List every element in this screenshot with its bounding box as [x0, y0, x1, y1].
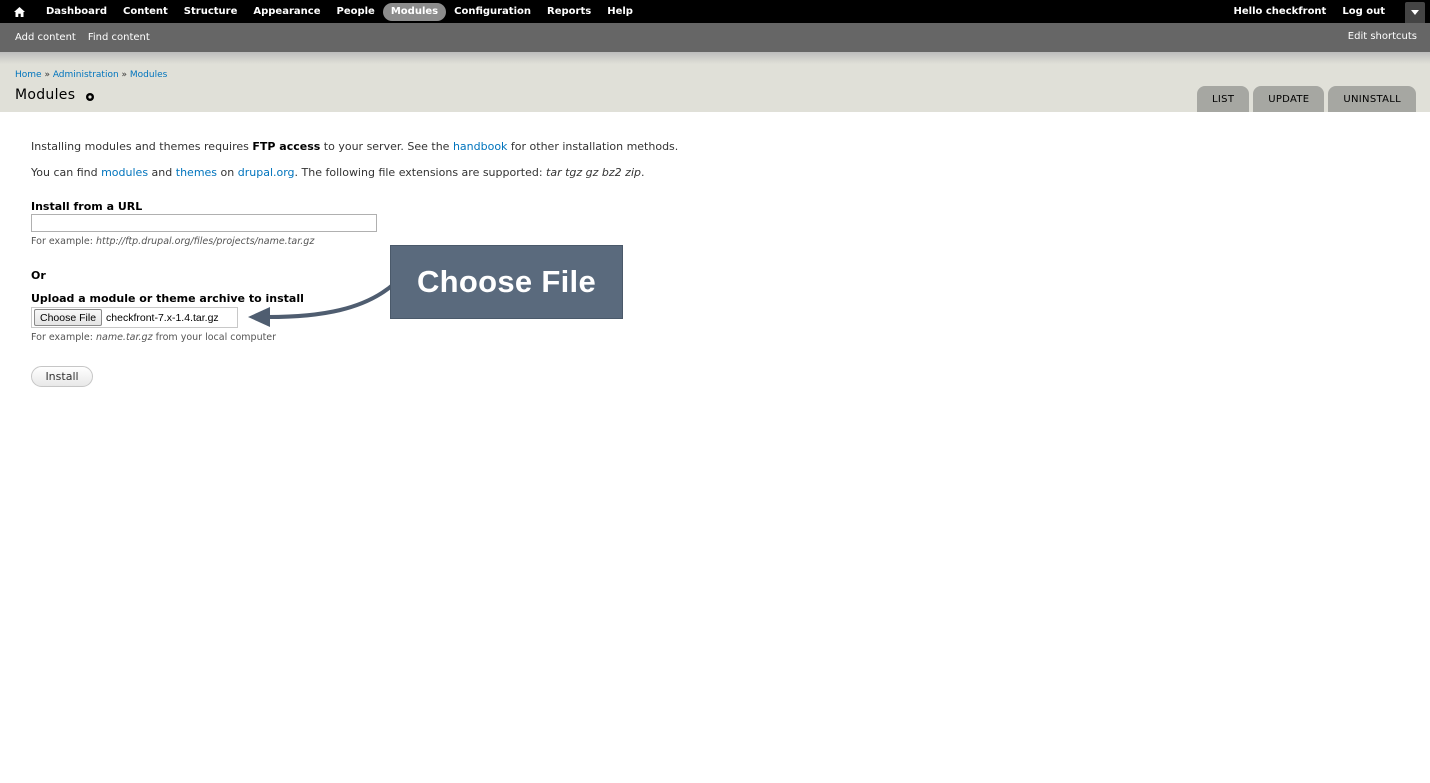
selected-file-name: checkfront-7.x-1.4.tar.gz [106, 311, 219, 324]
breadcrumb-administration[interactable]: Administration [53, 70, 119, 80]
example-url: http://ftp.drupal.org/files/projects/nam… [95, 236, 315, 247]
breadcrumb: Home » Administration » Modules [15, 70, 167, 80]
menu-dashboard[interactable]: Dashboard [38, 3, 115, 21]
breadcrumb-modules[interactable]: Modules [130, 70, 167, 80]
logout-link[interactable]: Log out [1342, 6, 1385, 17]
drupal-org-link[interactable]: drupal.org [238, 166, 295, 179]
choose-file-callout: Choose File [390, 245, 623, 319]
text: on [217, 166, 238, 179]
home-icon [13, 6, 25, 17]
admin-toolbar: Dashboard Content Structure Appearance P… [0, 0, 1430, 23]
shortcut-add-content[interactable]: Add content [15, 32, 76, 43]
install-button[interactable]: Install [31, 366, 93, 387]
menu-appearance[interactable]: Appearance [245, 3, 328, 21]
breadcrumb-separator: » [41, 70, 53, 80]
tab-update[interactable]: UPDATE [1253, 86, 1325, 112]
text: and [148, 166, 176, 179]
ftp-notice: Installing modules and themes requires F… [31, 140, 678, 153]
chevron-down-icon [1411, 10, 1419, 15]
menu-configuration[interactable]: Configuration [446, 3, 539, 21]
modules-link[interactable]: modules [101, 166, 148, 179]
text: . The following file extensions are supp… [294, 166, 547, 179]
home-link[interactable] [0, 0, 38, 23]
find-modules-notice: You can find modules and themes on drupa… [31, 166, 645, 179]
install-url-input[interactable] [31, 214, 377, 232]
menu-modules[interactable]: Modules [382, 2, 447, 21]
breadcrumb-separator: » [118, 70, 130, 80]
hello-prefix: Hello [1233, 6, 1266, 17]
text: For example: [31, 236, 96, 247]
text: for other installation methods. [507, 140, 679, 153]
handbook-link[interactable]: handbook [453, 140, 507, 153]
menu-people[interactable]: People [328, 3, 382, 21]
breadcrumb-home[interactable]: Home [15, 70, 42, 80]
install-url-description: For example: http://ftp.drupal.org/files… [31, 236, 314, 247]
themes-link[interactable]: themes [176, 166, 217, 179]
text: For example: [31, 332, 96, 343]
text: You can find [31, 166, 102, 179]
ftp-access-text: FTP access [252, 140, 321, 153]
text: . [641, 166, 645, 179]
menu-structure[interactable]: Structure [176, 3, 246, 21]
shortcut-find-content[interactable]: Find content [88, 32, 150, 43]
menu-content[interactable]: Content [115, 3, 176, 21]
extensions-text: tar tgz gz bz2 zip [546, 166, 641, 179]
hello-user[interactable]: Hello checkfront [1234, 6, 1327, 17]
username: checkfront [1265, 6, 1327, 17]
page-title: Modules [15, 87, 76, 103]
text: to your server. See the [320, 140, 453, 153]
toolbar-menu: Dashboard Content Structure Appearance P… [38, 0, 641, 23]
menu-help[interactable]: Help [599, 3, 641, 21]
secondary-tabs: LIST UPDATE UNINSTALL [1197, 86, 1416, 112]
tab-uninstall[interactable]: UNINSTALL [1328, 86, 1416, 112]
file-upload-field: Choose File checkfront-7.x-1.4.tar.gz [31, 307, 238, 328]
tab-list[interactable]: LIST [1197, 86, 1250, 112]
edit-shortcuts-link[interactable]: Edit shortcuts [1348, 31, 1417, 42]
example-filename: name.tar.gz [95, 332, 153, 343]
page-header: Home » Administration » Modules Modules … [0, 52, 1430, 112]
menu-reports[interactable]: Reports [539, 3, 599, 21]
gear-icon[interactable] [85, 92, 95, 102]
text: Installing modules and themes requires [31, 140, 253, 153]
shortcuts-bar: Add content Find content Edit shortcuts [0, 23, 1430, 52]
install-url-label: Install from a URL [31, 200, 143, 213]
choose-file-button[interactable]: Choose File [34, 309, 103, 326]
user-menu: Hello checkfront Log out [1234, 0, 1430, 23]
or-separator: Or [31, 269, 46, 282]
callout-arrow-icon [248, 281, 397, 327]
shortcut-drawer-toggle[interactable] [1405, 2, 1425, 23]
